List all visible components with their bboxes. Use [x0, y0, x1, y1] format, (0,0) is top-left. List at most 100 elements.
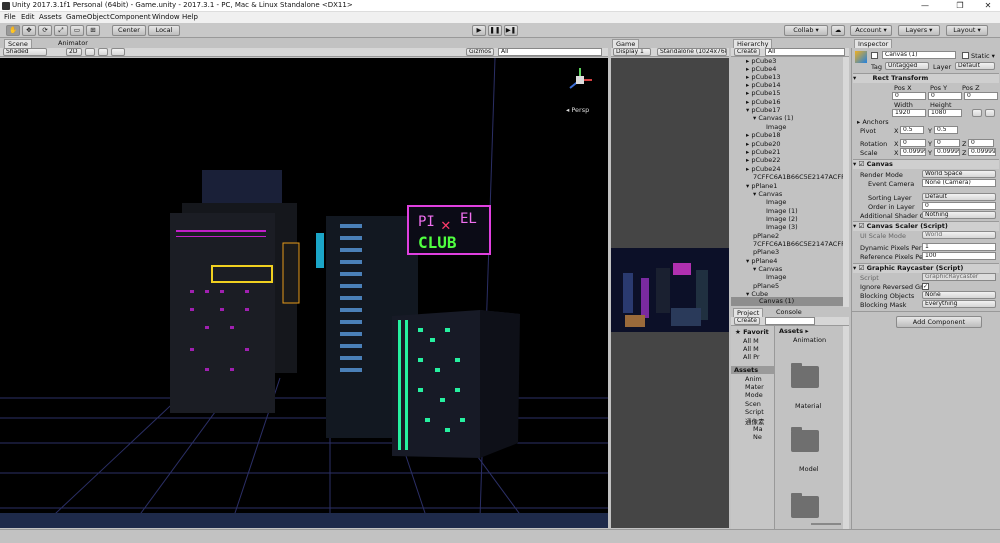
expand-arrow-icon[interactable]: ▾	[753, 190, 756, 198]
folder-item[interactable]: Script	[745, 408, 764, 416]
hierarchy-item[interactable]: ▸ pCube20	[746, 140, 781, 148]
rotation-z-input[interactable]: 0	[968, 139, 994, 147]
anchors-foldout[interactable]: ▸ Anchors	[857, 118, 889, 126]
hierarchy-search-input[interactable]: All	[765, 48, 845, 56]
tab-project[interactable]: Project	[733, 308, 764, 317]
play-button[interactable]: ▶	[472, 25, 486, 36]
hierarchy-item[interactable]: ▸ pCube21	[746, 148, 781, 156]
hierarchy-item[interactable]: Image	[766, 198, 786, 206]
static-dropdown[interactable]: Static ▾	[971, 52, 995, 60]
reference-pixels-input[interactable]: 100	[922, 252, 996, 260]
transform-tool-icon[interactable]: ⊞	[86, 25, 100, 36]
expand-arrow-icon[interactable]: ▸	[746, 57, 749, 65]
hierarchy-item[interactable]: ▾ Canvas (1)	[753, 114, 793, 122]
folder-item[interactable]: Ma	[753, 425, 763, 433]
hand-tool-icon[interactable]: ✋	[6, 25, 20, 36]
game-viewport[interactable]	[611, 58, 729, 528]
resolution-dropdown[interactable]: Standalone (1024x768)	[657, 48, 727, 56]
expand-arrow-icon[interactable]: ▾	[746, 182, 749, 190]
pos-x-input[interactable]: 0	[892, 92, 926, 100]
scene-viewport[interactable]: PI ✕ EL CLUB ◂ Persp	[0, 58, 608, 528]
sorting-layer-dropdown[interactable]: Default	[922, 193, 996, 201]
close-button[interactable]: ✕	[978, 0, 998, 11]
hierarchy-item[interactable]: pPlane5	[753, 282, 779, 290]
expand-arrow-icon[interactable]: ▾	[753, 114, 756, 122]
move-tool-icon[interactable]: ✥	[22, 25, 36, 36]
menu-file[interactable]: File	[4, 13, 16, 21]
canvas-header[interactable]: ▾ ☑ Canvas	[853, 159, 999, 169]
folder-icon[interactable]	[791, 363, 819, 388]
active-checkbox[interactable]	[871, 52, 878, 59]
folder-icon[interactable]	[791, 493, 819, 518]
ignore-reversed-checkbox[interactable]: ✓	[922, 283, 929, 290]
persp-label[interactable]: ◂ Persp	[566, 106, 589, 114]
hierarchy-item[interactable]: Image (3)	[766, 223, 798, 231]
maximize-button[interactable]: ❐	[950, 0, 970, 11]
hierarchy-item[interactable]: ▾ Canvas	[753, 190, 782, 198]
menu-gameobject[interactable]: GameObject	[66, 13, 110, 21]
expand-arrow-icon[interactable]: ▸	[746, 98, 749, 106]
hierarchy-item[interactable]: ▾ pPlane4	[746, 257, 777, 265]
tab-inspector[interactable]: Inspector	[854, 39, 893, 48]
icon-size-slider[interactable]	[811, 523, 841, 525]
collab-button[interactable]: Collab ▾	[784, 25, 828, 36]
hierarchy-item[interactable]: ▸ pCube3	[746, 57, 776, 65]
blocking-mask-dropdown[interactable]: Everything	[922, 300, 996, 308]
canvas-scaler-header[interactable]: ▾ ☑ Canvas Scaler (Script)	[853, 221, 999, 231]
2d-toggle[interactable]: 2D	[66, 48, 82, 56]
expand-arrow-icon[interactable]: ▸	[746, 165, 749, 173]
rect-transform-header[interactable]: ▾ Rect Transform	[853, 73, 999, 83]
hierarchy-scrollbar[interactable]	[843, 57, 849, 307]
hierarchy-item[interactable]: ▸ pCube14	[746, 81, 781, 89]
pivot-y-input[interactable]: 0.5	[934, 126, 958, 134]
static-checkbox[interactable]	[962, 52, 969, 59]
hierarchy-item[interactable]: ▸ pCube15	[746, 89, 781, 97]
folder-item[interactable]: Scen	[745, 400, 761, 408]
menu-window[interactable]: Window	[152, 13, 180, 21]
graphic-raycaster-header[interactable]: ▾ ☑ Graphic Raycaster (Script)	[853, 263, 999, 273]
tab-scene[interactable]: Scene	[4, 39, 32, 48]
menu-assets[interactable]: Assets	[39, 13, 62, 21]
scene-search-input[interactable]: All	[498, 48, 602, 56]
favorite-item[interactable]: All Pr	[743, 353, 760, 361]
cloud-icon[interactable]: ☁	[831, 25, 845, 36]
expand-arrow-icon[interactable]: ▾	[753, 265, 756, 273]
add-component-button[interactable]: Add Component	[896, 316, 982, 328]
project-create-dropdown[interactable]: Create ▾	[734, 317, 760, 325]
hierarchy-item[interactable]: ▾ Canvas	[753, 265, 782, 273]
hierarchy-item[interactable]: 7CFFC6A1B66C5E2147ACFF10	[753, 240, 849, 248]
hierarchy-item[interactable]: pPlane3	[753, 248, 779, 256]
shading-mode-dropdown[interactable]: Shaded	[3, 48, 47, 56]
effects-toggle-icon[interactable]	[111, 48, 125, 56]
favorite-item[interactable]: All M	[743, 345, 759, 353]
render-mode-dropdown[interactable]: World Space	[922, 170, 996, 178]
blueprint-mode-icon[interactable]	[972, 109, 982, 117]
layout-dropdown[interactable]: Layout ▾	[946, 25, 988, 36]
hierarchy-item[interactable]: ▸ pCube18	[746, 131, 781, 139]
hierarchy-item[interactable]: Image (1)	[766, 207, 798, 215]
folder-item[interactable]: Anim	[745, 375, 762, 383]
favorite-item[interactable]: All M	[743, 337, 759, 345]
raw-edit-icon[interactable]	[985, 109, 995, 117]
expand-arrow-icon[interactable]: ▸	[746, 65, 749, 73]
tab-hierarchy[interactable]: Hierarchy	[733, 39, 773, 48]
hierarchy-item[interactable]: Image	[766, 273, 786, 281]
scale-x-input[interactable]: 0.09999	[900, 148, 926, 156]
expand-arrow-icon[interactable]: ▸	[746, 81, 749, 89]
pos-y-input[interactable]: 0	[928, 92, 962, 100]
height-input[interactable]: 1080	[928, 109, 962, 117]
hierarchy-item[interactable]: 7CFFC6A1B66C5E2147ACFF10	[753, 173, 849, 181]
scale-z-input[interactable]: 0.09999	[968, 148, 996, 156]
hierarchy-item[interactable]: Image	[766, 123, 786, 131]
pivot-x-input[interactable]: 0.5	[900, 126, 924, 134]
expand-arrow-icon[interactable]: ▸	[746, 148, 749, 156]
hierarchy-item[interactable]: ▸ pCube13	[746, 73, 781, 81]
tab-game[interactable]: Game	[612, 39, 640, 48]
expand-arrow-icon[interactable]: ▸	[746, 131, 749, 139]
hierarchy-item-selected[interactable]: Canvas (1)	[731, 297, 843, 306]
dynamic-pixels-input[interactable]: 1	[922, 243, 996, 251]
scale-tool-icon[interactable]: ⤢	[54, 25, 68, 36]
expand-arrow-icon[interactable]: ▸	[746, 89, 749, 97]
gizmos-dropdown[interactable]: Gizmos ▾	[466, 48, 494, 56]
hierarchy-item[interactable]: Image (2)	[766, 215, 798, 223]
